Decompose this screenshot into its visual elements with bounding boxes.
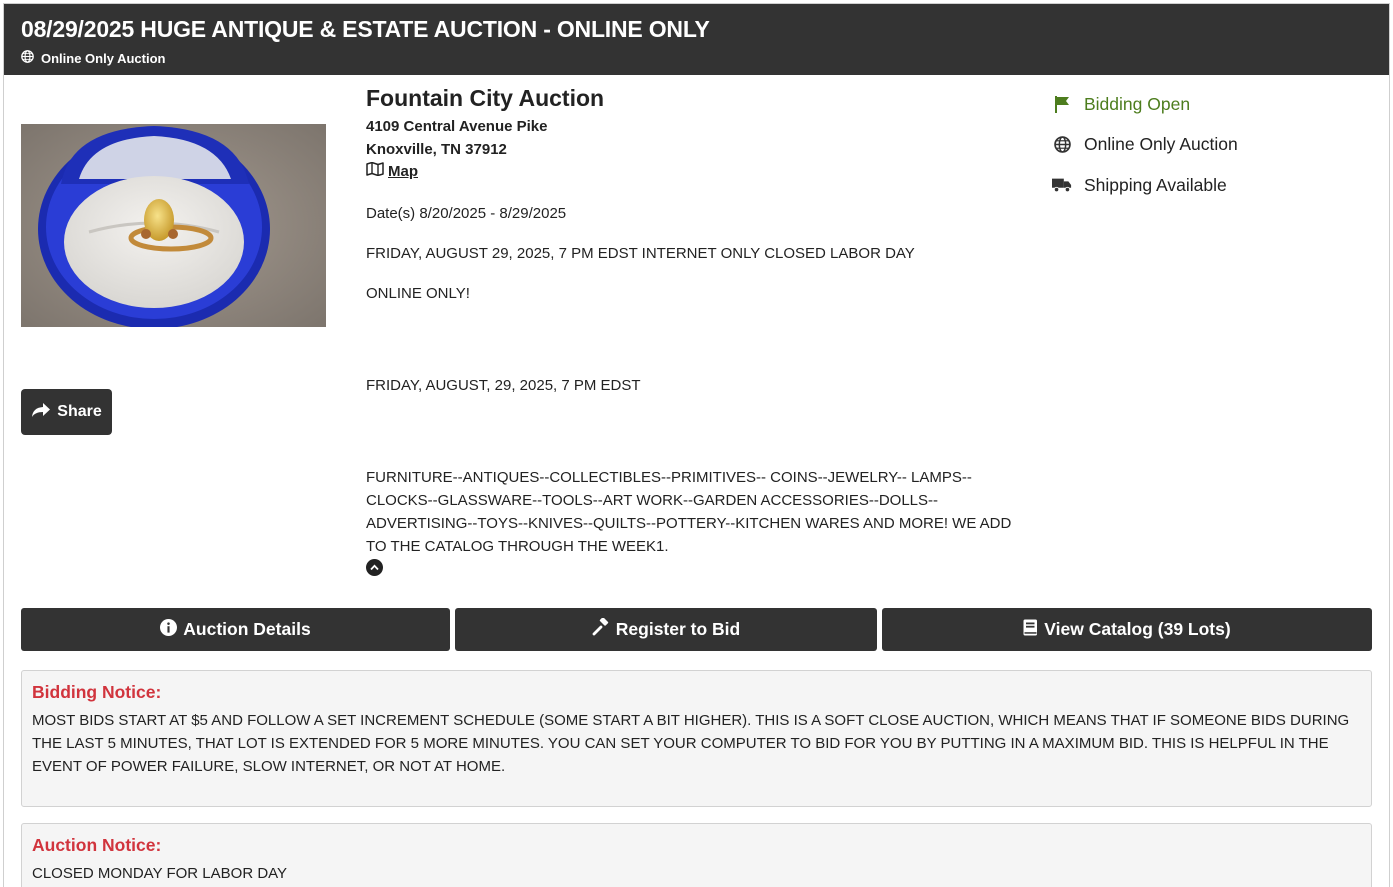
auction-notice-title: Auction Notice: <box>32 835 162 855</box>
auction-type-subtitle: Online Only Auction <box>21 50 165 66</box>
shipping-status-label: Shipping Available <box>1084 174 1227 195</box>
book-icon <box>1023 619 1038 641</box>
view-catalog-label: View Catalog (39 Lots) <box>1044 619 1231 639</box>
address-line-1: 4109 Central Avenue Pike <box>366 118 548 135</box>
globe-icon <box>21 50 34 66</box>
description-line-4: FURNITURE--ANTIQUES--COLLECTIBLES--PRIMI… <box>366 469 1012 555</box>
auction-notice: Auction Notice: CLOSED MONDAY FOR LABOR … <box>21 823 1372 887</box>
globe-icon <box>1052 136 1072 154</box>
shipping-status: Shipping Available <box>1052 165 1238 206</box>
address-line-2: Knoxville, TN 37912 <box>366 141 507 158</box>
share-label: Share <box>57 403 102 420</box>
auction-details-label: Auction Details <box>183 619 311 639</box>
info-icon <box>160 618 178 641</box>
share-button[interactable]: Share <box>21 389 112 435</box>
bidding-status-label: Bidding Open <box>1084 93 1191 114</box>
view-catalog-button[interactable]: View Catalog (39 Lots) <box>882 608 1372 651</box>
auction-header: 08/29/2025 HUGE ANTIQUE & ESTATE AUCTION… <box>4 4 1389 75</box>
register-to-bid-label: Register to Bid <box>615 619 741 639</box>
auction-page: 08/29/2025 HUGE ANTIQUE & ESTATE AUCTION… <box>3 3 1390 887</box>
description-line-3: FRIDAY, AUGUST, 29, 2025, 7 PM EDST <box>366 377 641 394</box>
bidding-status: Bidding Open <box>1052 84 1238 125</box>
auction-info: Fountain City Auction 4109 Central Avenu… <box>366 84 1016 576</box>
map-link[interactable]: Map <box>366 161 418 183</box>
register-to-bid-button[interactable]: Register to Bid <box>455 608 877 651</box>
auction-dates: Date(s) 8/20/2025 - 8/29/2025 <box>366 205 567 222</box>
auction-details-button[interactable]: Auction Details <box>21 608 450 651</box>
auction-photo[interactable] <box>21 124 326 327</box>
auction-type-status-label: Online Only Auction <box>1084 134 1238 155</box>
map-label: Map <box>388 163 418 180</box>
auction-type-status: Online Only Auction <box>1052 125 1238 166</box>
gavel-icon <box>592 617 610 641</box>
bidding-notice-title: Bidding Notice: <box>32 682 162 702</box>
collapse-chevron-up-icon[interactable] <box>366 559 383 576</box>
truck-icon <box>1052 177 1072 193</box>
auction-notice-text: CLOSED MONDAY FOR LABOR DAY <box>32 865 288 882</box>
description-line-1: FRIDAY, AUGUST 29, 2025, 7 PM EDST INTER… <box>366 245 915 262</box>
share-arrow-icon <box>31 402 51 423</box>
auction-title: 08/29/2025 HUGE ANTIQUE & ESTATE AUCTION… <box>21 16 710 42</box>
map-icon <box>366 161 384 183</box>
flag-icon <box>1052 95 1072 113</box>
auction-type-label: Online Only Auction <box>41 50 166 66</box>
auction-status: Bidding Open Online Only Auction Shippin… <box>1052 84 1238 206</box>
company-name: Fountain City Auction <box>366 85 605 111</box>
bidding-notice: Bidding Notice: MOST BIDS START AT $5 AN… <box>21 670 1372 807</box>
bidding-notice-text: MOST BIDS START AT $5 AND FOLLOW A SET I… <box>32 712 1350 775</box>
description-line-2: ONLINE ONLY! <box>366 285 470 302</box>
